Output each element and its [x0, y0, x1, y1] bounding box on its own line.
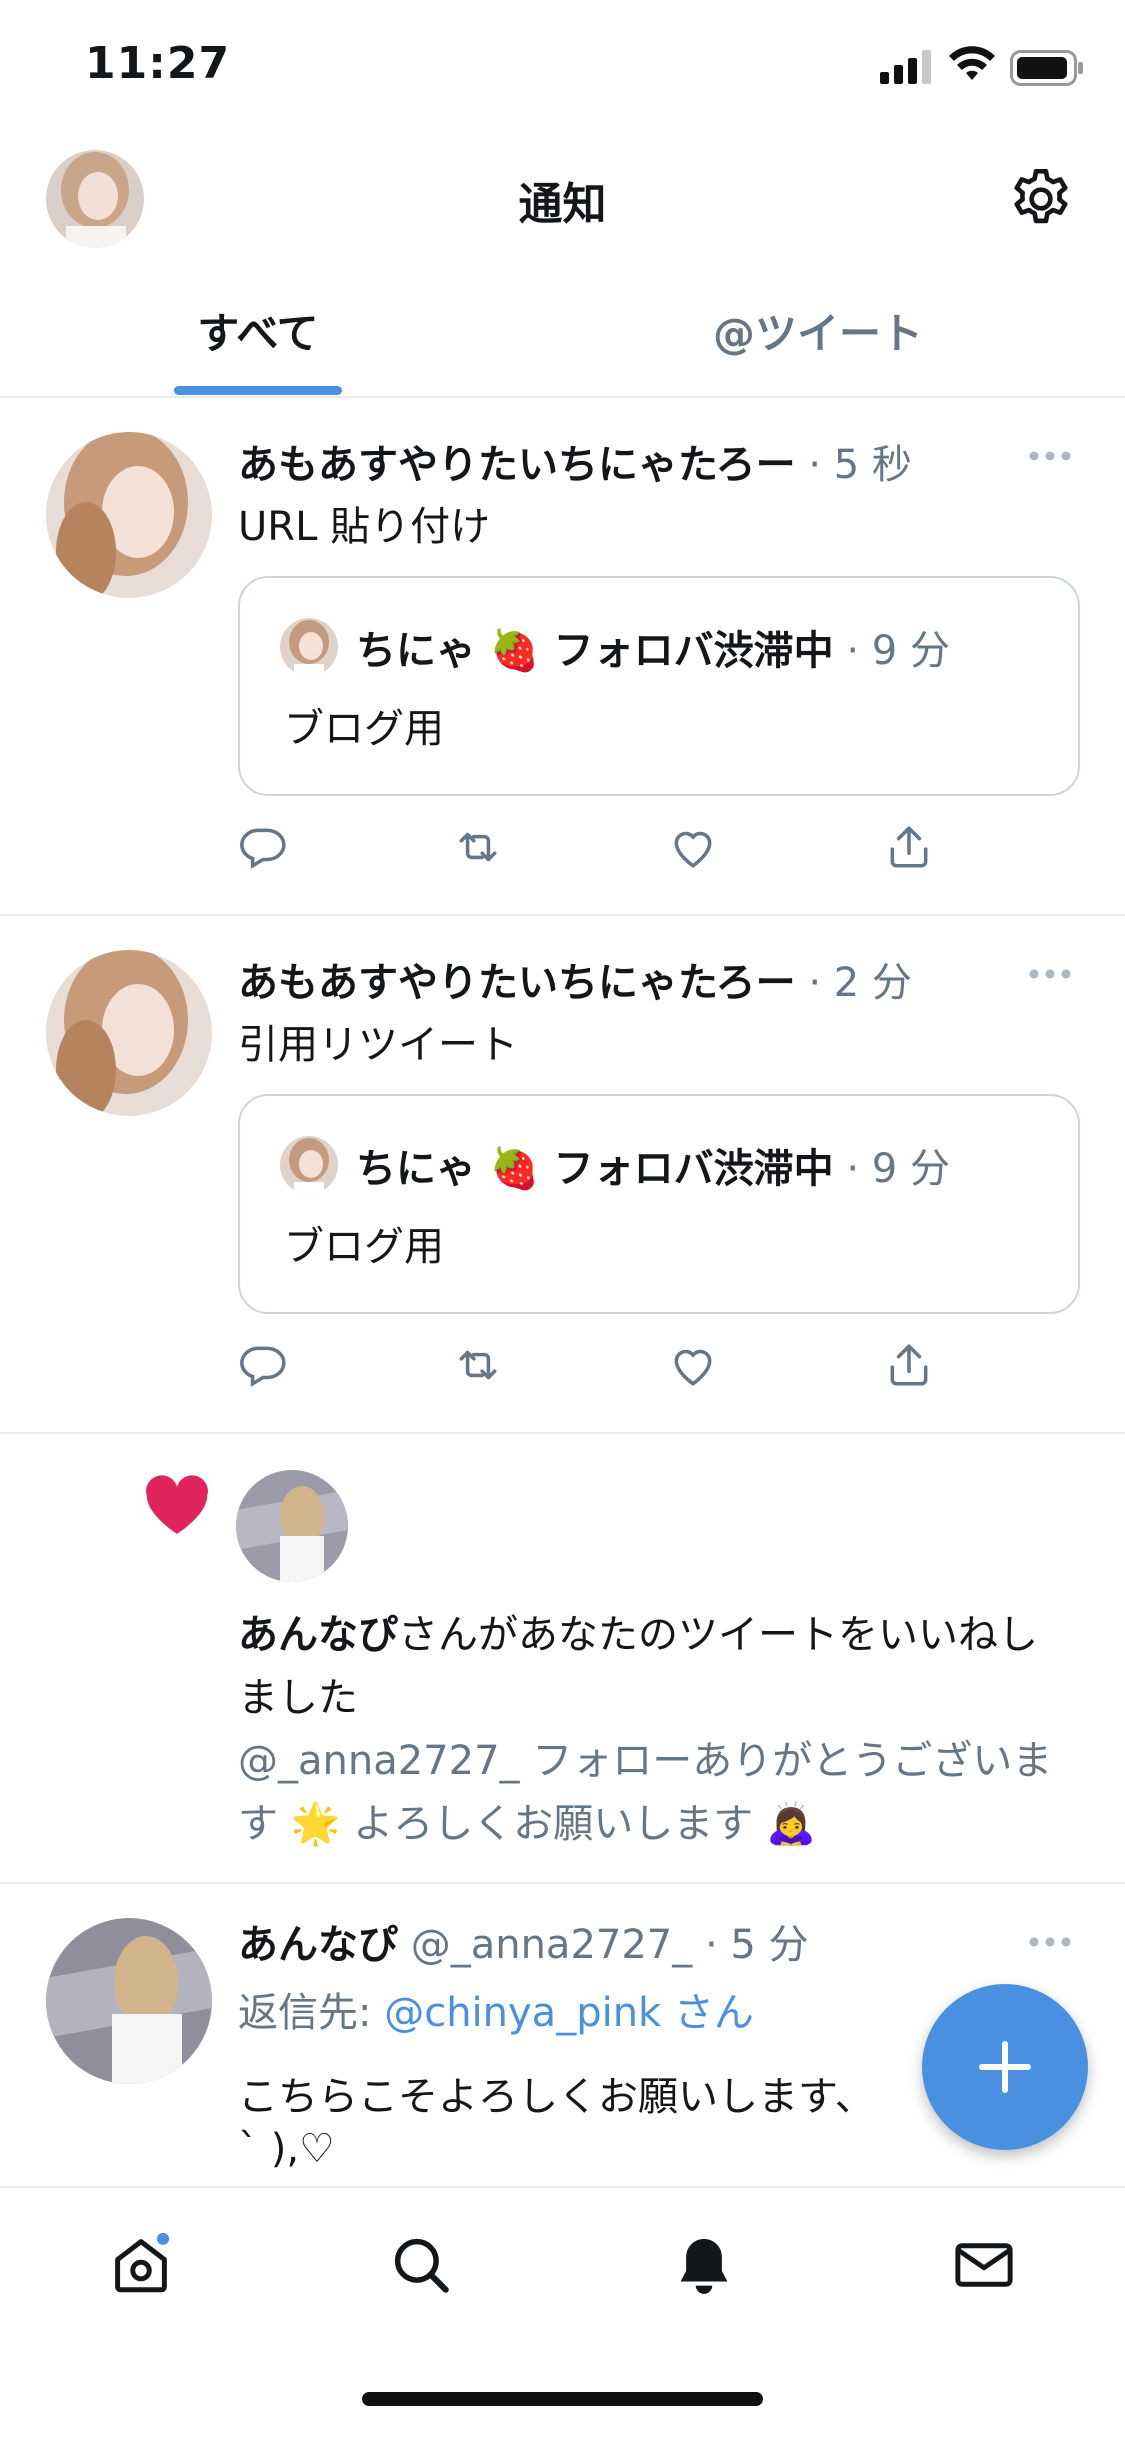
page-title: 通知	[518, 179, 607, 230]
active-tab-indicator	[174, 386, 342, 395]
home-icon[interactable]	[108, 2232, 174, 2298]
heart-icon	[146, 1475, 208, 1534]
tweet-text: URL 貼り付け	[238, 504, 491, 550]
liker-name[interactable]: あんなぴ	[238, 1612, 398, 1658]
like-notification[interactable]: あんなぴさんがあなたのツイートをいいねしました @_anna2727_ フォロー…	[0, 1434, 1125, 1884]
quoted-text: ブログ用	[284, 1224, 444, 1270]
reply-suffix: さん	[661, 1990, 754, 2036]
quoted-time: · 9 分	[846, 1146, 950, 1192]
home-indicator	[362, 2392, 763, 2406]
retweet-icon[interactable]	[453, 822, 503, 872]
compose-icon	[979, 2041, 1031, 2093]
search-icon[interactable]	[388, 2232, 454, 2298]
quoted-avatar	[280, 618, 338, 676]
tweet-author-name[interactable]: あもあすやりたいちにゃたろー	[238, 442, 796, 488]
like-icon[interactable]	[668, 1340, 718, 1390]
reply-prefix: 返信先:	[238, 1990, 385, 2036]
more-icon[interactable]	[1028, 450, 1072, 462]
tweet-avatar[interactable]	[46, 432, 212, 598]
quoted-author-name: ちにゃ 🍓 フォロバ渋滞中	[356, 1146, 834, 1192]
compose-button[interactable]	[922, 1984, 1088, 2150]
tweet-avatar[interactable]	[46, 1918, 212, 2084]
tweet-cell[interactable]: あもあすやりたいちにゃたろー · 2 分 引用リツイート ちにゃ 🍓 フォロバ渋…	[0, 916, 1125, 1434]
gear-icon[interactable]	[1006, 164, 1076, 234]
reply-icon[interactable]	[238, 822, 288, 872]
bell-icon[interactable]	[671, 2232, 737, 2298]
tweet-text-line1: こちらこそよろしくお願いします、	[238, 2074, 875, 2120]
tweet-avatar[interactable]	[46, 950, 212, 1116]
quoted-tweet[interactable]: ちにゃ 🍓 フォロバ渋滞中 · 9 分 ブログ用	[238, 1094, 1080, 1314]
tweet-cell[interactable]: あもあすやりたいちにゃたろー · 5 秒 URL 貼り付け ちにゃ 🍓 フォロバ…	[0, 398, 1125, 916]
more-icon[interactable]	[1028, 1936, 1072, 1948]
more-icon[interactable]	[1028, 968, 1072, 980]
tweet-time: · 5 秒	[808, 442, 912, 488]
tweet-text: 引用リツイート	[238, 1022, 518, 1068]
wifi-icon	[949, 46, 995, 80]
like-icon[interactable]	[668, 822, 718, 872]
tweet-time: · 2 分	[808, 960, 912, 1006]
share-icon[interactable]	[884, 1340, 934, 1390]
tweet-author-name[interactable]: あんなぴ	[238, 1922, 398, 1968]
quoted-avatar	[280, 1136, 338, 1194]
tab-all[interactable]: すべて	[140, 300, 376, 361]
retweet-icon[interactable]	[453, 1340, 503, 1390]
tweet-time: · 5 分	[704, 1922, 809, 1968]
mail-icon[interactable]	[951, 2232, 1017, 2298]
tab-mentions[interactable]: @ツイート	[700, 300, 936, 361]
quoted-author-name: ちにゃ 🍓 フォロバ渋滞中	[356, 628, 834, 674]
reply-icon[interactable]	[238, 1340, 288, 1390]
status-bar: 11:27	[0, 0, 1125, 130]
share-icon[interactable]	[884, 822, 934, 872]
liker-avatar[interactable]	[236, 1470, 348, 1582]
notification-tabs: すべて @ツイート	[0, 270, 1125, 398]
status-time: 11:27	[85, 38, 231, 89]
reply-to-link[interactable]: @chinya_pink	[384, 1990, 661, 2036]
tweet-author-name[interactable]: あもあすやりたいちにゃたろー	[238, 960, 796, 1006]
liked-tweet-text[interactable]: @_anna2727_ フォローありがとうございます 🌟 よろしくお願いします …	[238, 1730, 1068, 1856]
quoted-text: ブログ用	[284, 706, 444, 752]
quoted-tweet[interactable]: ちにゃ 🍓 フォロバ渋滞中 · 9 分 ブログ用	[238, 576, 1080, 796]
tweet-handle: @_anna2727_	[410, 1922, 693, 1968]
quoted-time: · 9 分	[846, 628, 950, 674]
signal-icon	[880, 50, 931, 84]
tweet-text-line2: ` ),♡	[238, 2126, 335, 2172]
battery-icon	[1010, 50, 1083, 86]
